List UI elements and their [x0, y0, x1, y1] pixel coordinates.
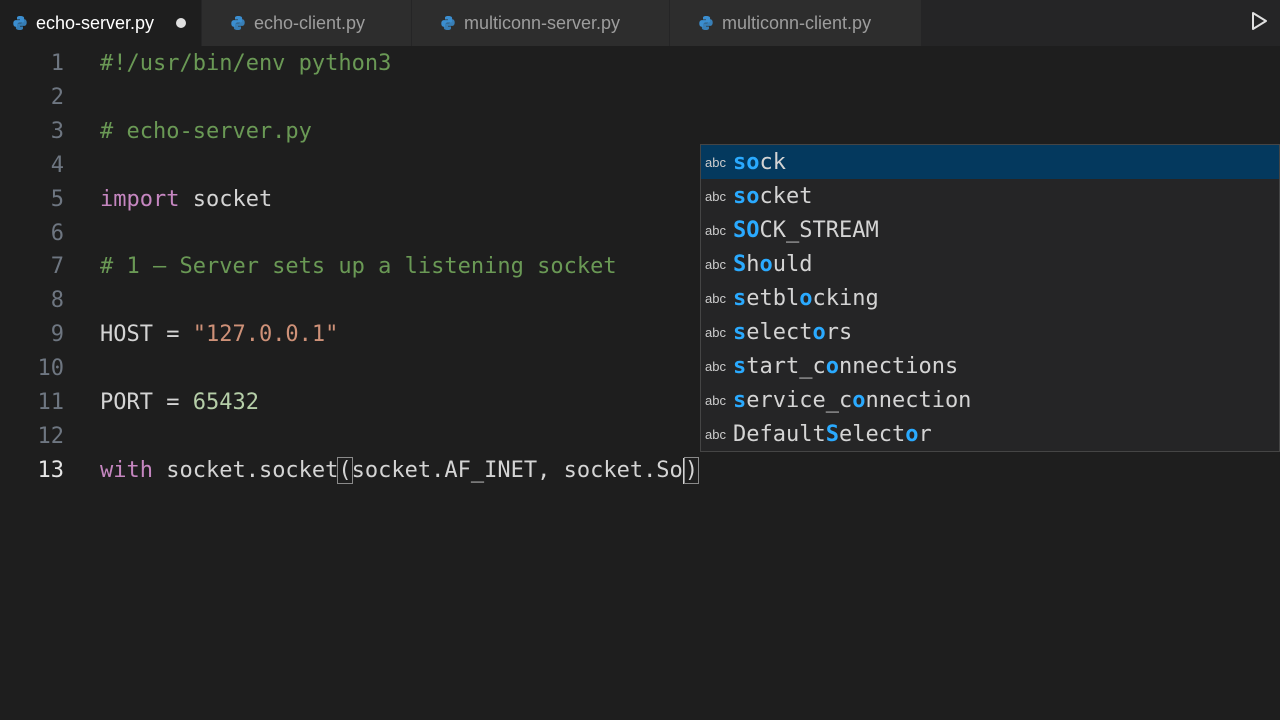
- text-kind-icon: abc: [705, 324, 726, 340]
- code-token: 65432: [192, 390, 259, 415]
- suggestion-item[interactable]: abc socket: [701, 179, 1279, 213]
- matching-bracket: (: [337, 456, 353, 484]
- python-file-icon: [230, 15, 246, 31]
- code-text: # 1 – Server sets up a listening socket: [100, 250, 617, 284]
- text-kind-icon: abc: [705, 256, 726, 272]
- code-text: with socket.socket(socket.AF_INET, socke…: [100, 454, 700, 488]
- tab-echo-client[interactable]: echo-client.py: [202, 0, 412, 46]
- tab-multiconn-server[interactable]: multiconn-server.py: [412, 0, 670, 46]
- suggestion-item[interactable]: abc start_connections: [701, 349, 1279, 383]
- code-text: # echo-server.py: [100, 115, 312, 149]
- suggestion-label: selectors: [733, 319, 853, 345]
- editor-tab-bar: echo-server.py echo-client.py multiconn-…: [0, 0, 1280, 46]
- tab-label: multiconn-client.py: [722, 12, 872, 33]
- code-text: PORT = 65432: [100, 386, 259, 420]
- suggestion-label: service_connection: [733, 387, 972, 413]
- matching-bracket: ): [683, 456, 700, 484]
- suggestion-item[interactable]: abc Should: [701, 247, 1279, 281]
- python-file-icon: [698, 15, 714, 31]
- suggestion-label: SOCK_STREAM: [733, 217, 879, 243]
- text-kind-icon: abc: [705, 426, 726, 442]
- text-kind-icon: abc: [705, 222, 726, 238]
- code-token: HOST =: [100, 322, 193, 348]
- tab-echo-server[interactable]: echo-server.py: [0, 0, 202, 46]
- suggestion-item[interactable]: abc SOCK_STREAM: [701, 213, 1279, 247]
- line-number: 10: [37, 356, 65, 382]
- suggestion-item[interactable]: abc selectors: [701, 315, 1279, 349]
- code-token: # 1 – Server sets up a listening socket: [100, 254, 617, 280]
- line-number: 13: [37, 457, 65, 483]
- code-text: #!/usr/bin/env python3: [100, 47, 391, 81]
- line-number: 9: [50, 322, 64, 348]
- code-token: #!/usr/bin/env python3: [100, 51, 392, 76]
- suggestion-label: sock: [733, 149, 786, 175]
- code-text: import socket: [100, 183, 272, 217]
- text-kind-icon: abc: [705, 188, 726, 204]
- suggestion-label: socket: [733, 183, 813, 209]
- code-token: socket.socket: [152, 457, 339, 483]
- code-token: # echo-server.py: [100, 118, 312, 144]
- run-python-file-button[interactable]: [1248, 11, 1270, 35]
- line-number: 1: [50, 51, 64, 76]
- python-file-icon: [440, 15, 456, 31]
- tab-label: echo-server.py: [36, 12, 155, 33]
- code-token: "127.0.0.1": [192, 322, 339, 348]
- autocomplete-suggest-widget: abc sock abc socket abc SOCK_STREAM abc Should a…: [700, 144, 1280, 452]
- suggestion-item[interactable]: abc sock: [701, 145, 1279, 179]
- tab-label: multiconn-server.py: [464, 12, 621, 33]
- line-number: 8: [50, 288, 64, 314]
- code-token: PORT =: [100, 390, 193, 415]
- text-kind-icon: abc: [705, 290, 726, 306]
- code-token: import: [100, 186, 180, 212]
- play-icon: [1250, 11, 1268, 35]
- line-number: 4: [50, 152, 64, 178]
- code-token: socket: [179, 186, 273, 212]
- line-number: 2: [50, 84, 64, 110]
- code-line[interactable]: 1 #!/usr/bin/env python3: [0, 47, 1280, 81]
- line-number: 11: [37, 390, 65, 415]
- python-file-icon: [12, 15, 28, 31]
- suggestion-item[interactable]: abc DefaultSelector: [701, 417, 1279, 451]
- line-number: 12: [37, 423, 65, 449]
- unsaved-dot-icon[interactable]: [176, 18, 187, 28]
- text-kind-icon: abc: [705, 154, 726, 170]
- line-number: 7: [50, 254, 64, 280]
- code-text: HOST = "127.0.0.1": [100, 318, 338, 352]
- line-number: 5: [50, 186, 64, 212]
- suggestion-label: setblocking: [733, 285, 879, 311]
- text-kind-icon: abc: [705, 392, 726, 408]
- tab-label: echo-client.py: [254, 12, 366, 33]
- code-token: socket.AF_INET, socket.So: [351, 457, 683, 483]
- line-number: 3: [50, 118, 64, 144]
- tab-multiconn-client[interactable]: multiconn-client.py: [670, 0, 922, 46]
- suggestion-item[interactable]: abc service_connection: [701, 383, 1279, 417]
- suggestion-label: DefaultSelector: [733, 421, 932, 447]
- suggestion-item[interactable]: abc setblocking: [701, 281, 1279, 315]
- text-kind-icon: abc: [705, 358, 726, 374]
- code-line[interactable]: 2: [0, 81, 1280, 115]
- line-number: 6: [50, 220, 64, 246]
- suggestion-label: Should: [733, 251, 813, 277]
- suggestion-label: start_connections: [733, 353, 959, 379]
- code-token: with: [100, 457, 153, 483]
- code-line[interactable]: 13 with socket.socket(socket.AF_INET, soc…: [0, 454, 1280, 488]
